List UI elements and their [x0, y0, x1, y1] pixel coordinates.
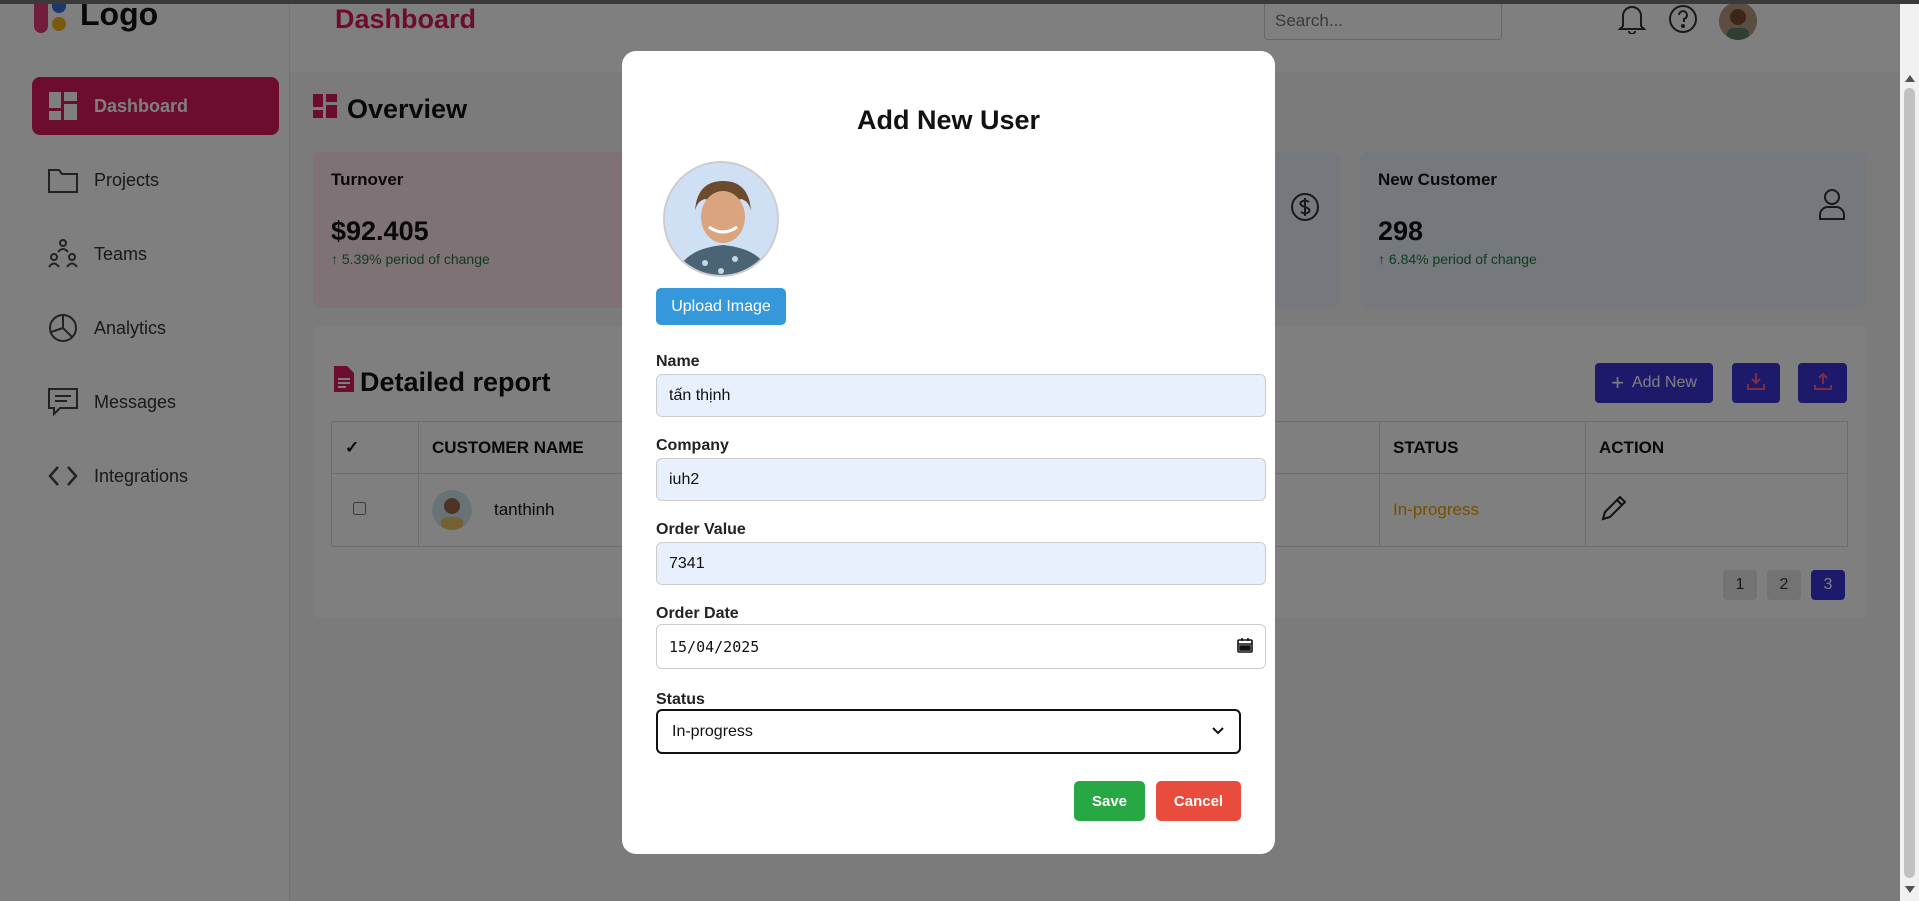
- name-field[interactable]: tấn thịnh: [656, 374, 1266, 417]
- save-button[interactable]: Save: [1074, 781, 1145, 821]
- order-value-field[interactable]: 7341: [656, 542, 1266, 585]
- order-value-label: Order Value: [656, 521, 746, 538]
- scrollbar-thumb[interactable]: [1904, 88, 1915, 878]
- cancel-button[interactable]: Cancel: [1156, 781, 1241, 821]
- status-label: Status: [656, 691, 705, 708]
- order-date-value: 15/04/2025: [669, 637, 760, 656]
- chevron-down-icon: [1211, 723, 1225, 741]
- profile-image-preview: [663, 161, 779, 277]
- order-date-field[interactable]: 15/04/2025: [656, 624, 1266, 669]
- scroll-down-icon[interactable]: [1903, 883, 1917, 897]
- order-date-label: Order Date: [656, 605, 739, 622]
- window-top-border: [0, 0, 1919, 4]
- name-label: Name: [656, 353, 700, 370]
- upload-image-button[interactable]: Upload Image: [656, 288, 786, 325]
- add-user-modal: Add New User Upload Image Name tấn thịnh…: [622, 51, 1275, 854]
- company-label: Company: [656, 437, 729, 454]
- calendar-icon[interactable]: [1237, 637, 1253, 657]
- modal-title: Add New User: [856, 105, 1041, 135]
- status-selected-value: In-progress: [672, 722, 753, 740]
- company-field[interactable]: iuh2: [656, 458, 1266, 501]
- scroll-up-icon[interactable]: [1903, 71, 1917, 85]
- status-select[interactable]: In-progress: [656, 709, 1241, 754]
